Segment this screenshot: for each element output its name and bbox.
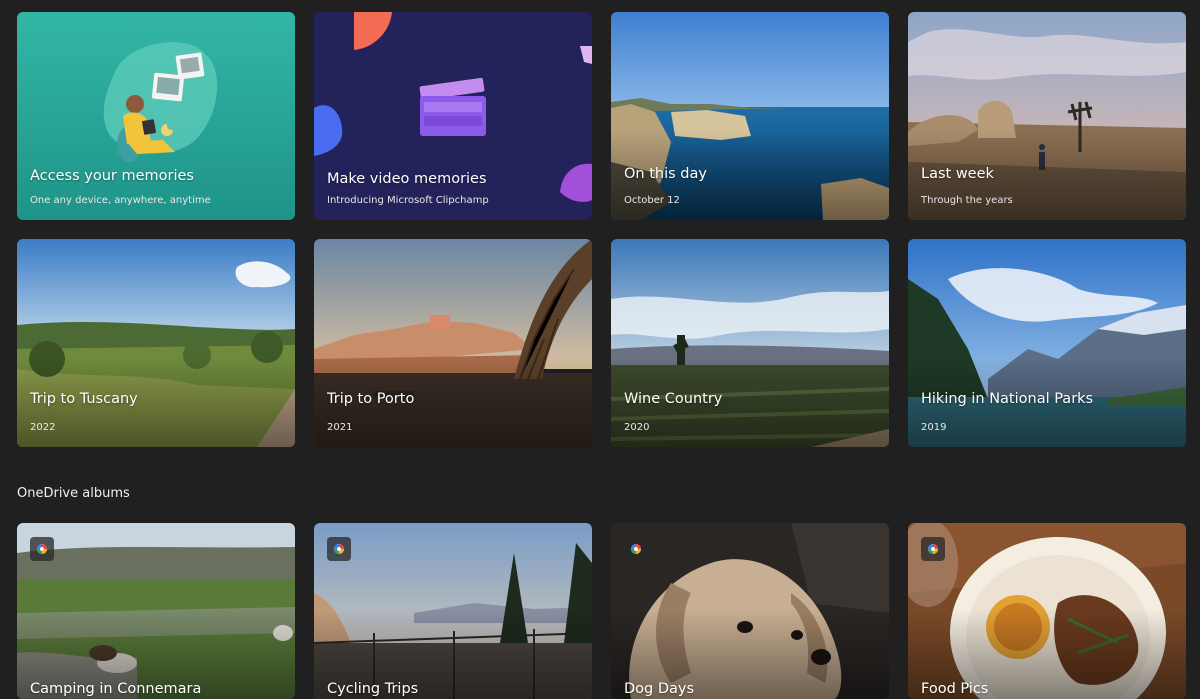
onedrive-album-cycling[interactable]: Cycling Trips xyxy=(314,523,592,699)
memory-card-access[interactable]: Access your memories One any device, any… xyxy=(17,12,295,220)
onedrive-album-connemara[interactable]: Camping in Connemara xyxy=(17,523,295,699)
access-memories-illustration xyxy=(17,12,295,220)
card-subtitle: 2021 xyxy=(327,422,353,433)
memory-card-video[interactable]: Make video memories Introducing Microsof… xyxy=(314,12,592,220)
card-subtitle: October 12 xyxy=(624,195,680,206)
card-title: Cycling Trips xyxy=(327,681,419,697)
card-subtitle: Through the years xyxy=(921,195,1013,206)
memory-card-last-week[interactable]: Last week Through the years xyxy=(908,12,1186,220)
card-subtitle: Introducing Microsoft Clipchamp xyxy=(327,195,489,206)
album-card-national-parks[interactable]: Hiking in National Parks 2019 xyxy=(908,239,1186,447)
section-title-onedrive-albums: OneDrive albums xyxy=(17,486,130,501)
card-subtitle: 2022 xyxy=(30,422,56,433)
card-title: Trip to Tuscany xyxy=(30,391,138,407)
card-title: Last week xyxy=(921,166,994,182)
onedrive-album-badge xyxy=(30,537,54,561)
card-title: Camping in Connemara xyxy=(30,681,202,697)
clipchamp-illustration xyxy=(314,12,592,220)
photos-app-icon xyxy=(631,544,641,554)
album-card-wine-country[interactable]: Wine Country 2020 xyxy=(611,239,889,447)
photos-app-icon xyxy=(928,544,938,554)
card-title: Food Pics xyxy=(921,681,989,697)
card-title: On this day xyxy=(624,166,707,182)
card-title: Hiking in National Parks xyxy=(921,391,1094,407)
memory-card-on-this-day[interactable]: On this day October 12 xyxy=(611,12,889,220)
card-title: Wine Country xyxy=(624,391,723,407)
card-title: Dog Days xyxy=(624,681,695,697)
card-title: Trip to Porto xyxy=(327,391,415,407)
card-subtitle: 2019 xyxy=(921,422,947,433)
card-title: Access your memories xyxy=(30,168,194,184)
album-card-tuscany[interactable]: Trip to Tuscany 2022 xyxy=(17,239,295,447)
onedrive-album-badge xyxy=(327,537,351,561)
card-subtitle: One any device, anywhere, anytime xyxy=(30,195,211,206)
photos-app-icon xyxy=(334,544,344,554)
onedrive-album-badge xyxy=(624,537,648,561)
card-title: Make video memories xyxy=(327,171,487,187)
onedrive-album-dog-days[interactable]: Dog Days xyxy=(611,523,889,699)
photos-app-icon xyxy=(37,544,47,554)
card-subtitle: 2020 xyxy=(624,422,650,433)
album-card-porto[interactable]: Trip to Porto 2021 xyxy=(314,239,592,447)
onedrive-album-food-pics[interactable]: Food Pics xyxy=(908,523,1186,699)
onedrive-album-badge xyxy=(921,537,945,561)
